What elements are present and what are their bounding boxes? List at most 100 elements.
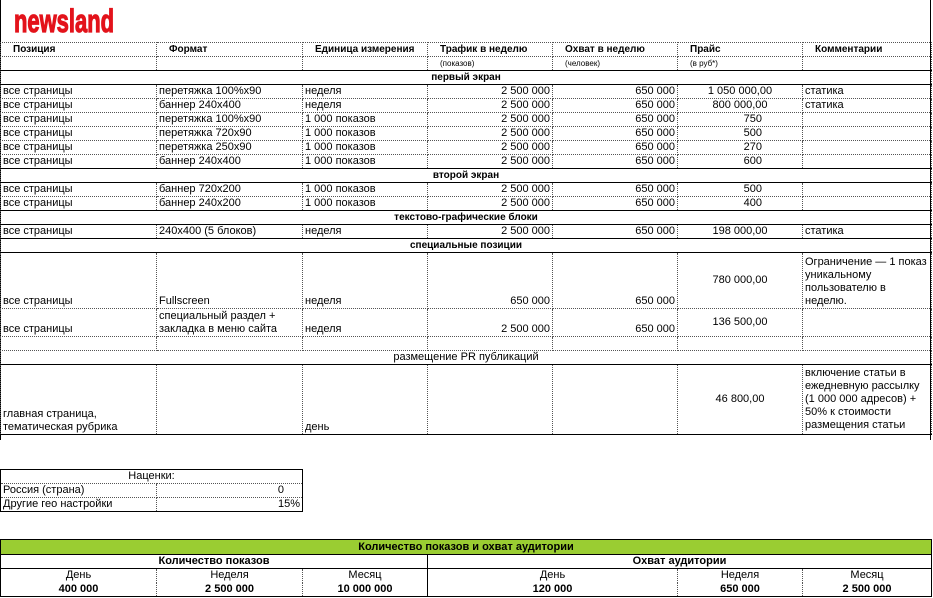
cell-format: баннер 720x200: [156, 182, 303, 197]
cell-pos: все страницы: [0, 196, 157, 211]
svg-text:newsland: newsland: [14, 4, 114, 37]
section-text-graphic: текстово-графические блоки: [0, 210, 932, 225]
cell-traffic: 2 500 000: [427, 182, 553, 197]
header-unit: Единица измерения: [302, 42, 428, 57]
cell-unit: 1 000 показов: [302, 182, 428, 197]
cell-format: баннер 240x200: [156, 196, 303, 211]
reach-month: 2 500 000: [802, 582, 932, 597]
impressions-title: Количество показов: [0, 554, 428, 569]
cell-format: перетяжка 100%x90: [156, 112, 303, 127]
markups-table: Наценки: Россия (страна) 0 Другие гео на…: [0, 469, 304, 512]
cell-comment: статика: [802, 84, 932, 99]
reach-day: 120 000: [427, 582, 678, 597]
header-reach-sub: (человек): [552, 56, 678, 71]
cell-pos: все страницы: [0, 126, 157, 141]
cell-unit: 1 000 показов: [302, 126, 428, 141]
cell-reach: 650 000: [552, 196, 678, 211]
cell-price: 500: [677, 126, 803, 141]
cell-unit: неделя: [302, 98, 428, 113]
impressions-day: 400 000: [0, 582, 157, 597]
table-row: все страницы баннер 240x400 1 000 показов 2…: [0, 154, 932, 169]
impressions-month: 10 000 000: [302, 582, 428, 597]
cell-reach: 650 000: [552, 154, 678, 169]
table-row: все страницы перетяжка 720x90 1 000 показо…: [0, 126, 932, 141]
newsland-logo: newsland: [13, 4, 114, 37]
cell-unit: 1 000 показов: [302, 196, 428, 211]
cell-unit: 1 000 показов: [302, 140, 428, 155]
reach-week: 650 000: [677, 582, 803, 597]
cell-unit: 1 000 показов: [302, 112, 428, 127]
cell-reach: 650 000: [552, 98, 678, 113]
cell-reach: 650 000: [552, 182, 678, 197]
cell-traffic: 2 500 000: [427, 140, 553, 155]
header-reach: Охват в неделю: [552, 42, 678, 57]
cell-pos: все страницы: [0, 112, 157, 127]
table-row: главная страница, тематическая рубрика д…: [0, 364, 932, 435]
cell-comment: статика: [802, 98, 932, 113]
table-row: все страницы перетяжка 250x90 1 000 показо…: [0, 140, 932, 155]
cell-unit: неделя: [302, 84, 428, 99]
cell-pos: все страницы: [0, 84, 157, 99]
header-traffic: Трафик в неделю: [427, 42, 553, 57]
cell-price: 750: [677, 112, 803, 127]
cell-price: 400: [677, 196, 803, 211]
section-pr: размещение PR публикаций: [0, 350, 932, 365]
cell-price: 600: [677, 154, 803, 169]
table-row: все страницы специальный раздел + заклад…: [0, 308, 932, 337]
header-price: Прайс: [677, 42, 803, 57]
cell-price: 270: [677, 140, 803, 155]
audience-table: Количество показов и охват аудитории Кол…: [0, 539, 932, 597]
markups-title: Наценки:: [0, 469, 303, 484]
cell-comment: [802, 154, 932, 169]
cell-format: перетяжка 250x90: [156, 140, 303, 155]
cell-reach: 650 000: [552, 126, 678, 141]
cell-pos: все страницы: [0, 98, 157, 113]
section-first-screen: первый экран: [0, 70, 932, 85]
cell-traffic: 2 500 000: [427, 154, 553, 169]
reach-title: Охват аудитории: [427, 554, 932, 569]
section-second-screen: второй экран: [0, 168, 932, 183]
table-row: все страницы баннер 240x200 1 000 показов 2…: [0, 196, 932, 211]
cell-pos: все страницы: [0, 182, 157, 197]
table-row: все страницы баннер 240x400 неделя 2 500 00…: [0, 98, 932, 113]
price-table: Позиция Формат Единица измерения Трафик …: [0, 42, 932, 435]
table-row: все страницы Fullscreen неделя 650 000 6…: [0, 252, 932, 309]
audience-title: Количество показов и охват аудитории: [0, 539, 932, 555]
cell-price: 1 050 000,00: [677, 84, 803, 99]
header-format: Формат: [156, 42, 303, 57]
cell-comment: [802, 182, 932, 197]
table-row: Другие гео настройки 15%: [0, 497, 303, 512]
cell-comment: [802, 196, 932, 211]
section-special: специальные позиции: [0, 238, 932, 253]
cell-format: перетяжка 720x90: [156, 126, 303, 141]
header-traffic-sub: (показов): [427, 56, 553, 71]
cell-unit: 1 000 показов: [302, 154, 428, 169]
table-row: все страницы перетяжка 100%x90 1 000 показ…: [0, 112, 932, 127]
header-comments: Комментарии: [802, 42, 932, 57]
cell-comment: [802, 140, 932, 155]
table-row: все страницы баннер 720x200 1 000 показов 2…: [0, 182, 932, 197]
cell-price: 800 000,00: [677, 98, 803, 113]
cell-reach: 650 000: [552, 84, 678, 99]
cell-traffic: 2 500 000: [427, 126, 553, 141]
cell-comment: [802, 112, 932, 127]
cell-format: баннер 240x400: [156, 154, 303, 169]
table-row: Россия (страна) 0: [0, 483, 303, 498]
table-row: все страницы перетяжка 100%x90 неделя 2 500…: [0, 84, 932, 99]
cell-reach: 650 000: [552, 140, 678, 155]
cell-reach: 650 000: [552, 112, 678, 127]
cell-traffic: 2 500 000: [427, 84, 553, 99]
header-price-sub: (в руб*): [677, 56, 803, 71]
impressions-week: 2 500 000: [156, 582, 303, 597]
cell-price: 500: [677, 182, 803, 197]
cell-traffic: 2 500 000: [427, 196, 553, 211]
cell-pos: все страницы: [0, 140, 157, 155]
cell-format: баннер 240x400: [156, 98, 303, 113]
header-position: Позиция: [0, 42, 157, 57]
table-row: все страницы 240x400 (5 блоков) неделя 2…: [0, 224, 932, 239]
cell-format: перетяжка 100%x90: [156, 84, 303, 99]
cell-pos: все страницы: [0, 154, 157, 169]
cell-traffic: 2 500 000: [427, 98, 553, 113]
cell-traffic: 2 500 000: [427, 112, 553, 127]
cell-comment: [802, 126, 932, 141]
